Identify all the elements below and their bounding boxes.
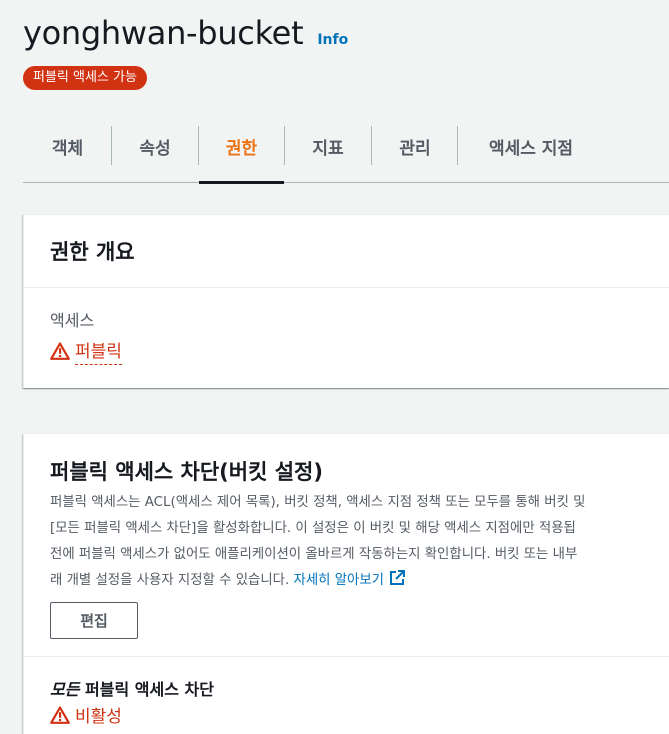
block-all-emphasis: 모든 [50, 680, 80, 699]
external-link-icon [390, 570, 405, 585]
block-all-status: 비활성 [50, 702, 122, 727]
bucket-title: yonghwan-bucket [23, 14, 304, 52]
block-public-access-title: 퍼블릭 액세스 차단(버킷 설정) [50, 460, 323, 484]
block-all-public-access-label: 모든 퍼블릭 액세스 차단 [50, 676, 214, 700]
edit-button[interactable]: 편집 [50, 602, 138, 639]
block-public-access-card: 퍼블릭 액세스 차단(버킷 설정) 퍼블릭 액세스는 ACL(액세스 제어 목록… [23, 433, 669, 734]
tab-label: 속성 [139, 139, 171, 159]
tab-metrics[interactable]: 지표 [285, 126, 371, 183]
divider [24, 287, 669, 288]
tab-bar: 객체 속성 권한 지표 관리 액세스 지점 [23, 112, 669, 184]
warning-icon [50, 342, 70, 360]
description-line: 전에 퍼블릭 액세스가 없어도 애플리케이션이 올바르게 작동하는지 확인합니다… [50, 547, 578, 562]
block-public-access-description: 퍼블릭 액세스는 ACL(액세스 제어 목록), 버킷 정책, 액세스 지점 정… [50, 490, 669, 594]
tab-label: 관리 [399, 139, 431, 159]
tab-label: 객체 [51, 139, 84, 159]
divider [24, 656, 669, 657]
page-header: yonghwan-bucket Info [23, 14, 348, 52]
learn-more-label: 자세히 알아보기 [293, 573, 385, 588]
tab-properties[interactable]: 속성 [112, 126, 198, 183]
description-line: 래 개별 설정을 사용자 지정할 수 있습니다. 자세히 알아보기 [50, 568, 669, 594]
access-value-text: 퍼블릭 [75, 337, 122, 365]
warning-icon [50, 705, 70, 724]
tab-label: 지표 [312, 139, 344, 159]
card-header: 권한 개요 [24, 215, 669, 287]
block-all-text: 퍼블릭 액세스 차단 [79, 680, 214, 699]
description-line: 퍼블릭 액세스는 ACL(액세스 제어 목록), 버킷 정책, 액세스 지점 정… [50, 495, 586, 510]
overview-title: 권한 개요 [50, 240, 135, 264]
tab-label: 액세스 지점 [488, 139, 574, 159]
access-label: 액세스 [50, 311, 95, 330]
learn-more-link[interactable]: 자세히 알아보기 [293, 570, 407, 588]
tab-access-points[interactable]: 액세스 지점 [458, 126, 604, 183]
access-value[interactable]: 퍼블릭 [50, 337, 122, 365]
public-access-badge: 퍼블릭 액세스 가능 [23, 66, 147, 90]
tab-permissions[interactable]: 권한 [199, 126, 284, 184]
description-line: [모든 퍼블릭 액세스 차단]을 활성화합니다. 이 설정은 이 버킷 및 해당… [50, 521, 576, 536]
info-link[interactable]: Info [317, 32, 348, 48]
description-text: 래 개별 설정을 사용자 지정할 수 있습니다. [50, 573, 290, 588]
permissions-overview-card: 권한 개요 액세스 퍼블릭 [23, 214, 669, 388]
tab-objects[interactable]: 객체 [23, 126, 112, 183]
tab-management[interactable]: 관리 [372, 126, 458, 183]
tab-label: 권한 [225, 139, 258, 159]
block-all-status-text: 비활성 [75, 707, 122, 727]
